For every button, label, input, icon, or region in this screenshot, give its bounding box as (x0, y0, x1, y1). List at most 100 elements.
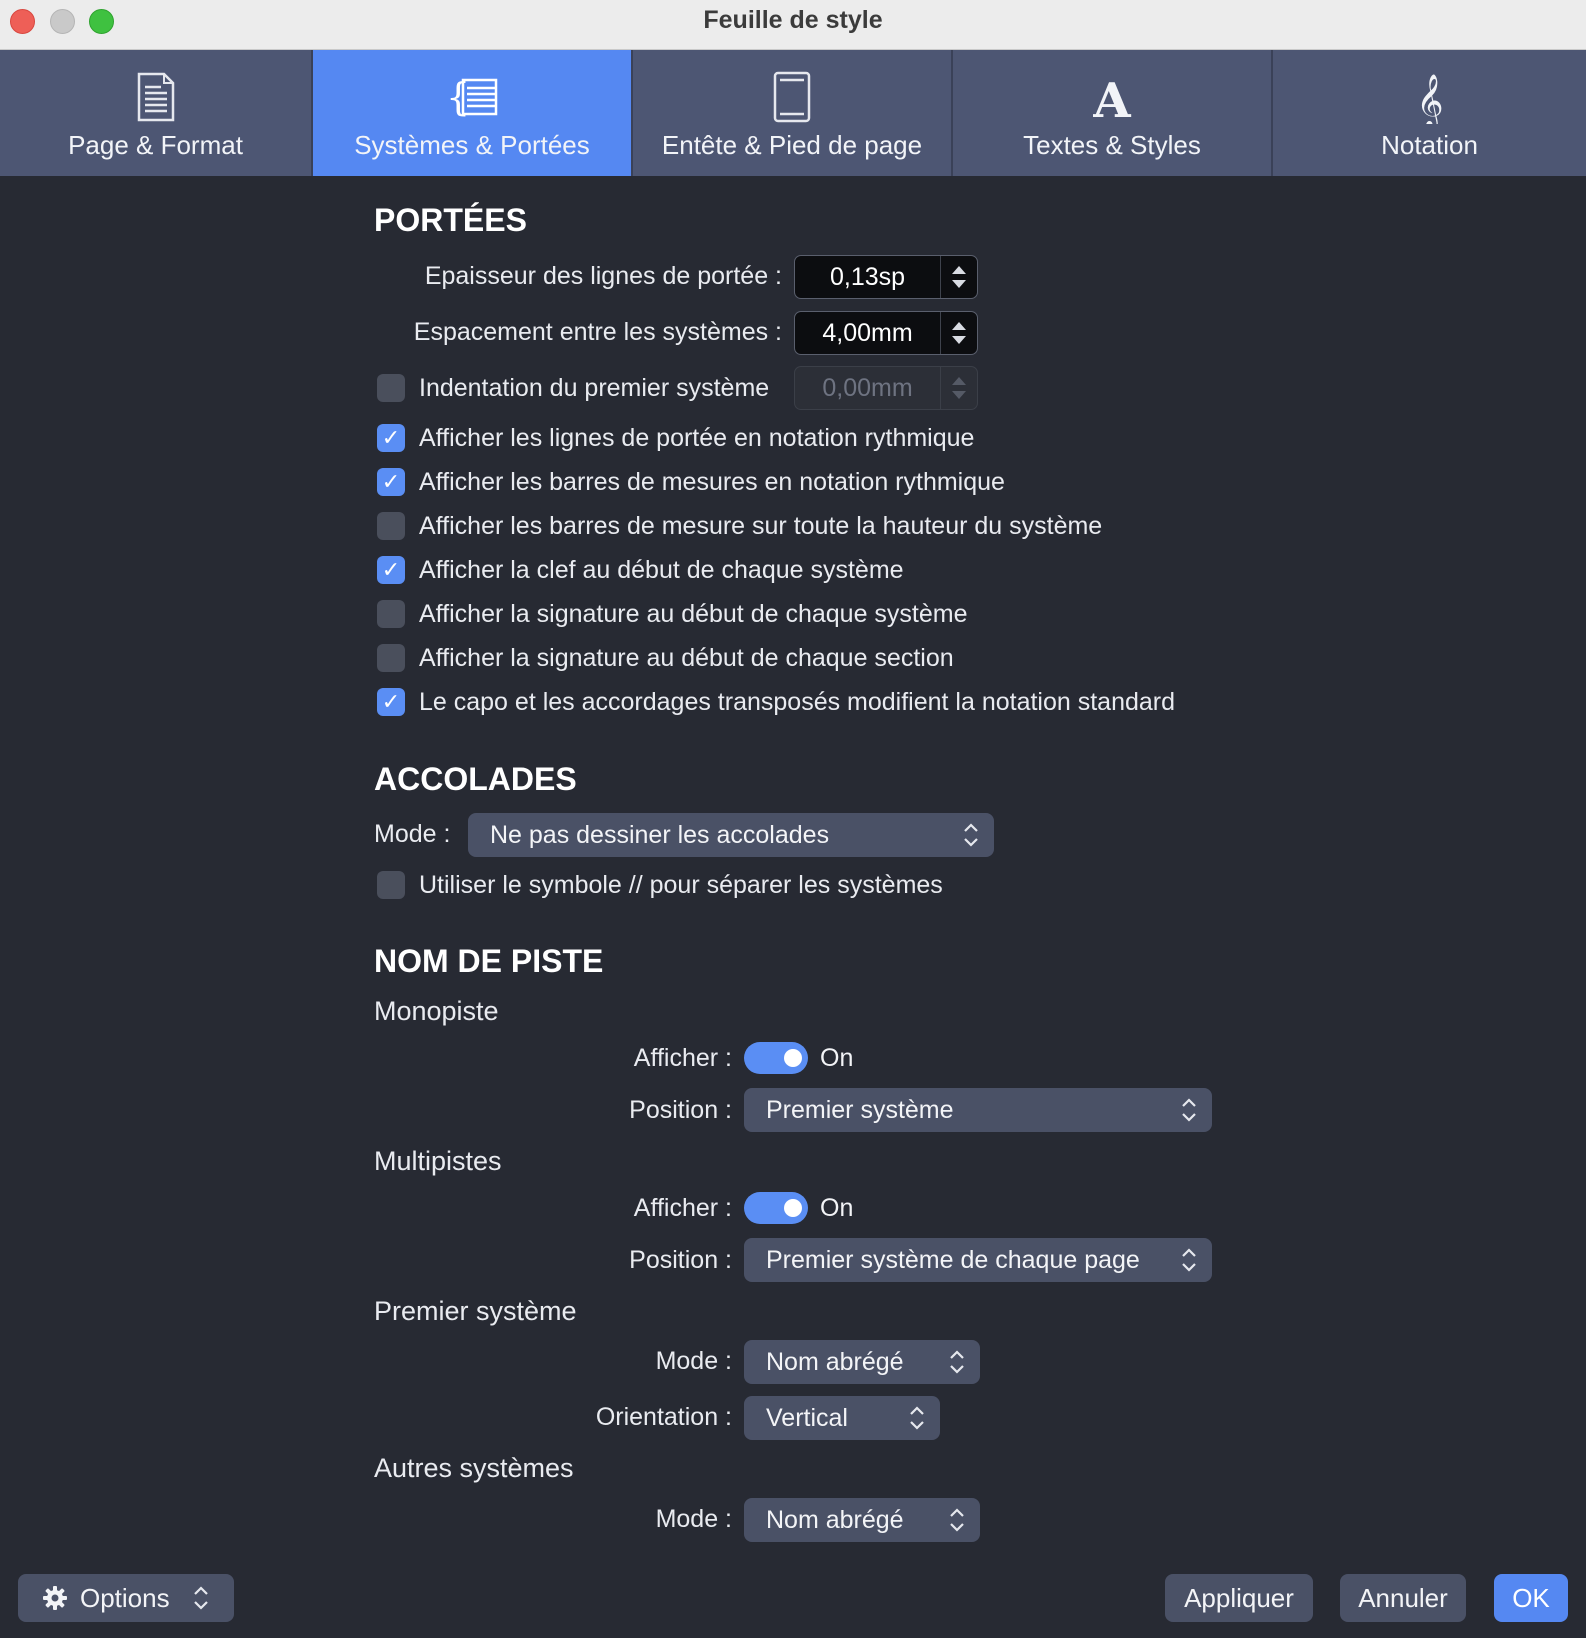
first-system-mode-value: Nom abrégé (766, 1347, 904, 1376)
increment-icon (952, 377, 966, 385)
line-thickness-label: Epaisseur des lignes de portée : (424, 262, 782, 290)
first-system-orientation-label: Orientation : (595, 1403, 732, 1431)
option-checkbox-row[interactable]: ✓ Le capo et les accordages transposés m… (377, 687, 1175, 717)
checkbox[interactable]: ✓ (377, 424, 405, 452)
treble-clef-icon: 𝄞 (1415, 70, 1445, 124)
tab-label: Page & Format (68, 130, 243, 160)
checkbox[interactable]: ✓ (377, 468, 405, 496)
section-title-staves: PORTÉES (374, 202, 527, 238)
single-track-position-label: Position : (629, 1096, 732, 1124)
braces-mode-value: Ne pas dessiner les accolades (490, 820, 830, 849)
subsection-other-systems: Autres systèmes (374, 1453, 574, 1483)
options-label: Options (80, 1582, 170, 1613)
checkbox[interactable] (377, 512, 405, 540)
chevron-up-down-icon (908, 1404, 926, 1432)
tab-texts-styles[interactable]: A Textes & Styles (953, 50, 1273, 176)
checkbox-label: Afficher les lignes de portée en notatio… (419, 423, 975, 452)
gear-icon (43, 1586, 67, 1610)
checkbox-label: Afficher la clef au début de chaque syst… (419, 555, 904, 584)
tab-label: Notation (1381, 130, 1478, 160)
tab-systems-staves[interactable]: { Systèmes & Portées (313, 50, 633, 176)
svg-text:{: { (446, 75, 470, 119)
option-checkbox-row[interactable]: ✓ Afficher la clef au début de chaque sy… (377, 555, 904, 585)
first-system-orientation-select[interactable]: Vertical (744, 1396, 940, 1440)
other-systems-mode-value: Nom abrégé (766, 1505, 904, 1534)
line-thickness-stepper[interactable]: 0,13sp (794, 255, 978, 299)
increment-icon[interactable] (952, 266, 966, 274)
other-systems-mode-select[interactable]: Nom abrégé (744, 1498, 980, 1542)
subsection-single-track: Monopiste (374, 996, 499, 1026)
option-checkbox-row[interactable]: ✓ Afficher les lignes de portée en notat… (377, 423, 974, 453)
increment-icon[interactable] (952, 322, 966, 330)
single-track-show-toggle[interactable] (744, 1042, 808, 1074)
page-icon (136, 70, 176, 124)
tab-label: Textes & Styles (1023, 130, 1201, 160)
decrement-icon[interactable] (952, 280, 966, 288)
multi-track-show-label: Afficher : (633, 1194, 732, 1222)
section-title-track-name: NOM DE PISTE (374, 943, 604, 979)
decrement-icon[interactable] (952, 336, 966, 344)
checkbox[interactable]: ✓ (377, 688, 405, 716)
checkmark-icon: ✓ (381, 425, 401, 450)
single-track-show-state: On (820, 1044, 854, 1072)
chevron-up-down-icon (948, 1506, 966, 1534)
toggle-knob (784, 1199, 802, 1217)
apply-button[interactable]: Appliquer (1165, 1574, 1313, 1622)
cancel-button[interactable]: Annuler (1340, 1574, 1466, 1622)
braces-mode-label: Mode : (374, 820, 451, 848)
text-icon: A (1090, 70, 1134, 124)
checkmark-icon: ✓ (381, 469, 401, 494)
options-button[interactable]: Options (18, 1574, 234, 1622)
chevron-up-down-icon (1180, 1096, 1198, 1124)
option-checkbox-row[interactable]: Afficher les barres de mesure sur toute … (377, 511, 1102, 541)
chevron-up-down-icon (193, 1586, 208, 1610)
chevron-up-down-icon (962, 821, 980, 849)
braces-mode-select[interactable]: Ne pas dessiner les accolades (468, 813, 994, 857)
tab-header-footer[interactable]: Entête & Pied de page (633, 50, 953, 176)
tab-notation[interactable]: 𝄞 Notation (1273, 50, 1586, 176)
first-system-mode-select[interactable]: Nom abrégé (744, 1340, 980, 1384)
checkbox-label: Utiliser le symbole // pour séparer les … (419, 870, 943, 899)
other-systems-mode-label: Mode : (655, 1505, 732, 1533)
checkmark-icon: ✓ (381, 689, 401, 714)
option-checkbox-row[interactable]: Afficher la signature au début de chaque… (377, 599, 968, 629)
decrement-icon (952, 391, 966, 399)
checkbox[interactable] (377, 644, 405, 672)
header-footer-icon (772, 70, 812, 124)
single-track-show-label: Afficher : (633, 1044, 732, 1072)
svg-text:𝄞: 𝄞 (1416, 73, 1443, 124)
option-checkbox-row[interactable]: Afficher la signature au début de chaque… (377, 643, 954, 673)
option-checkbox-row[interactable]: ✓ Afficher les barres de mesures en nota… (377, 467, 1005, 497)
multi-track-position-select[interactable]: Premier système de chaque page (744, 1238, 1212, 1282)
system-spacing-value[interactable]: 4,00mm (795, 312, 941, 354)
subsection-multi-track: Multipistes (374, 1146, 502, 1176)
chevron-up-down-icon (1180, 1246, 1198, 1274)
window-title: Feuille de style (703, 6, 883, 34)
first-indent-checkbox[interactable] (377, 374, 405, 402)
checkbox-label: Afficher les barres de mesure sur toute … (419, 511, 1103, 540)
tab-bar: Page & Format { Systèmes & Portées Entêt… (0, 50, 1586, 176)
tab-page-format[interactable]: Page & Format (0, 50, 313, 176)
chevron-up-down-icon (948, 1348, 966, 1376)
single-track-position-select[interactable]: Premier système (744, 1088, 1212, 1132)
multi-track-position-value: Premier système de chaque page (766, 1245, 1140, 1274)
section-title-braces: ACCOLADES (374, 761, 577, 797)
first-indent-stepper: 0,00mm (794, 366, 978, 410)
multi-track-show-toggle[interactable] (744, 1192, 808, 1224)
multi-track-show-state: On (820, 1194, 854, 1222)
line-thickness-value[interactable]: 0,13sp (795, 256, 941, 298)
checkmark-icon: ✓ (381, 557, 401, 582)
title-bar: Feuille de style (0, 0, 1586, 50)
checkbox-label: Afficher la signature au début de chaque… (419, 643, 954, 672)
checkbox[interactable] (377, 600, 405, 628)
checkbox[interactable] (377, 871, 405, 899)
ok-button[interactable]: OK (1494, 1574, 1568, 1622)
first-indent-checkbox-row[interactable]: Indentation du premier système (377, 373, 769, 403)
checkbox-label: Le capo et les accordages transposés mod… (419, 687, 1176, 716)
tab-label: Systèmes & Portées (354, 130, 590, 160)
separator-checkbox-row[interactable]: Utiliser le symbole // pour séparer les … (377, 870, 943, 900)
svg-text:A: A (1092, 73, 1131, 121)
tab-label: Entête & Pied de page (661, 130, 923, 160)
checkbox[interactable]: ✓ (377, 556, 405, 584)
system-spacing-stepper[interactable]: 4,00mm (794, 311, 978, 355)
